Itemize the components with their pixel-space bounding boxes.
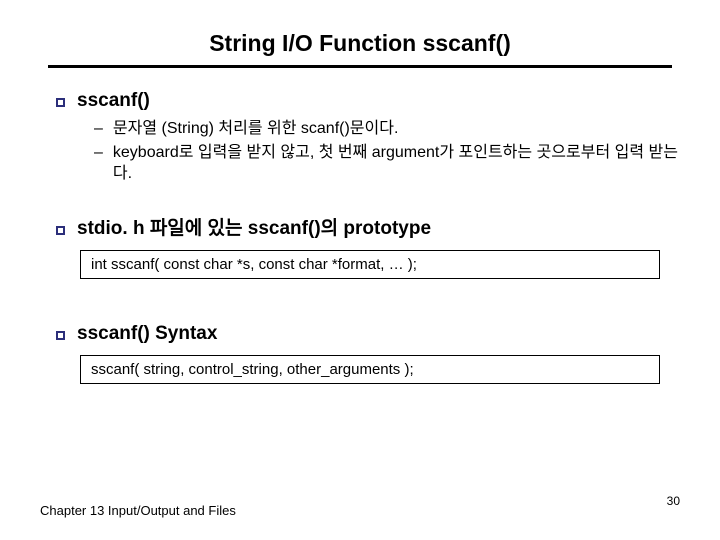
- page-number: 30: [667, 494, 680, 508]
- section2-code: int sscanf( const char *s, const char *f…: [91, 256, 417, 273]
- section2-text: stdio. h 파일에 있는 sscanf()의 prototype: [77, 213, 431, 240]
- section1-sub1: – 문자열 (String) 처리를 위한 scanf()문이다.: [94, 118, 680, 140]
- section1-sub2: – keyboard로 입력을 받지 않고, 첫 번째 argument가 포인…: [94, 142, 680, 185]
- bullet-square-icon: [56, 226, 65, 235]
- section1-sub2-text: keyboard로 입력을 받지 않고, 첫 번째 argument가 포인트하…: [113, 142, 680, 185]
- section3-heading: sscanf() Syntax: [40, 323, 680, 345]
- slide-title: String I/O Function sscanf(): [40, 30, 680, 57]
- section1-sub1-text: 문자열 (String) 처리를 위한 scanf()문이다.: [113, 118, 399, 140]
- section1-text: sscanf(): [77, 90, 150, 112]
- section2-heading: stdio. h 파일에 있는 sscanf()의 prototype: [40, 213, 680, 240]
- dash-icon: –: [94, 142, 103, 164]
- section2-codebox: int sscanf( const char *s, const char *f…: [80, 250, 660, 279]
- title-underline: [48, 65, 672, 68]
- footer-chapter: Chapter 13 Input/Output and Files: [40, 503, 236, 518]
- bullet-square-icon: [56, 331, 65, 340]
- section1-heading: sscanf(): [40, 90, 680, 112]
- dash-icon: –: [94, 118, 103, 140]
- bullet-square-icon: [56, 98, 65, 107]
- section3-codebox: sscanf( string, control_string, other_ar…: [80, 355, 660, 384]
- section3-code: sscanf( string, control_string, other_ar…: [91, 361, 414, 378]
- section1-sublist: – 문자열 (String) 처리를 위한 scanf()문이다. – keyb…: [94, 118, 680, 185]
- section3-text: sscanf() Syntax: [77, 323, 217, 345]
